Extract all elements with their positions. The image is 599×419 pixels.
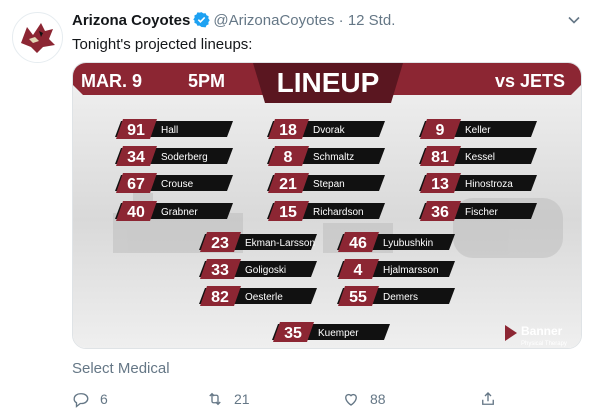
- player-row: 34 Soderberg: [115, 146, 233, 166]
- player-number: 81: [431, 149, 449, 166]
- player-number: 23: [211, 235, 229, 252]
- sponsor-text[interactable]: Select Medical: [72, 360, 170, 377]
- retweet-count: 21: [234, 391, 250, 407]
- player-row: 46 Lyubushkin: [337, 232, 455, 252]
- reply-count: 6: [100, 391, 108, 407]
- goalie-row: 35 Kuemper: [272, 322, 390, 342]
- game-time: 5PM: [188, 71, 225, 91]
- sponsor-brand: Banner: [521, 324, 563, 338]
- player-name: Demers: [383, 292, 418, 303]
- player-number: 82: [211, 289, 229, 306]
- card-title: LINEUP: [277, 67, 380, 98]
- player-row: 91 Hall: [115, 119, 233, 139]
- player-number: 46: [349, 235, 367, 252]
- player-row: 82 Oesterle: [199, 286, 317, 306]
- player-name: Soderberg: [161, 152, 208, 163]
- tweet-actions: 6 21 88: [72, 388, 512, 410]
- player-number: 55: [349, 289, 367, 306]
- player-row: 55 Demers: [337, 286, 455, 306]
- coyotes-logo-icon: [21, 23, 55, 53]
- player-row: 8 Schmaltz: [267, 146, 385, 166]
- share-button[interactable]: [479, 388, 507, 410]
- game-date: MAR. 9: [81, 71, 142, 91]
- reply-icon: [73, 393, 89, 408]
- player-row: 21 Stepan: [267, 173, 385, 193]
- chevron-down-icon[interactable]: [567, 13, 581, 27]
- reply-button[interactable]: 6: [72, 388, 108, 410]
- avatar[interactable]: [12, 12, 63, 63]
- player-number: 8: [284, 149, 293, 166]
- player-name: Stepan: [313, 179, 345, 190]
- like-button[interactable]: 88: [342, 388, 386, 410]
- player-name: Kessel: [465, 152, 495, 163]
- opponent: vs JETS: [495, 71, 565, 91]
- player-name: Dvorak: [313, 125, 346, 136]
- player-name: Schmaltz: [313, 152, 354, 163]
- player-name: Oesterle: [245, 292, 283, 303]
- player-number: 18: [279, 122, 297, 139]
- player-number: 36: [431, 204, 449, 221]
- tweet-header: Arizona Coyotes @ArizonaCoyotes · 12 Std…: [72, 11, 579, 31]
- heart-icon: [345, 393, 357, 406]
- player-name: Grabner: [161, 207, 198, 218]
- share-icon: [482, 392, 494, 405]
- sponsor-sub: Physical Therapy: [521, 341, 567, 347]
- separator-dot: ·: [338, 12, 344, 29]
- player-name: Keller: [465, 125, 491, 136]
- player-row: 13 Hinostroza: [419, 173, 537, 193]
- retweet-button[interactable]: 21: [206, 388, 250, 410]
- player-number: 35: [284, 325, 302, 342]
- player-number: 13: [431, 176, 449, 193]
- player-name: Hinostroza: [465, 179, 513, 190]
- timestamp[interactable]: 12 Std.: [348, 12, 396, 29]
- player-name: Hjalmarsson: [383, 265, 439, 276]
- player-row: 15 Richardson: [267, 201, 385, 221]
- player-number: 4: [354, 262, 363, 279]
- player-name: Kuemper: [318, 328, 359, 339]
- player-number: 91: [127, 122, 145, 139]
- author-handle[interactable]: @ArizonaCoyotes: [213, 12, 334, 29]
- player-row: 33 Goligoski: [199, 259, 317, 279]
- player-row: 23 Ekman-Larsson: [199, 232, 317, 252]
- player-row: 9 Keller: [419, 119, 537, 139]
- player-number: 34: [127, 149, 145, 166]
- player-number: 9: [436, 122, 445, 139]
- verified-badge-icon: [193, 11, 211, 34]
- player-name: Crouse: [161, 179, 194, 190]
- lineup-image[interactable]: MAR. 9 5PM LINEUP vs JETS 91 Hall 34 Soderb…: [72, 62, 582, 349]
- tweet-text: Tonight's projected lineups:: [72, 36, 253, 53]
- player-row: 4 Hjalmarsson: [337, 259, 455, 279]
- player-row: 40 Grabner: [115, 201, 233, 221]
- player-name: Hall: [161, 125, 178, 136]
- player-name: Fischer: [465, 207, 498, 218]
- author-name[interactable]: Arizona Coyotes: [72, 12, 190, 29]
- player-number: 67: [127, 176, 145, 193]
- player-row: 36 Fischer: [419, 201, 537, 221]
- player-name: Goligoski: [245, 265, 286, 276]
- player-row: 67 Crouse: [115, 173, 233, 193]
- player-name: Lyubushkin: [383, 238, 433, 249]
- player-number: 21: [279, 176, 297, 193]
- player-name: Richardson: [313, 207, 364, 218]
- player-number: 15: [279, 204, 297, 221]
- player-row: 81 Kessel: [419, 146, 537, 166]
- player-number: 40: [127, 204, 145, 221]
- like-count: 88: [370, 391, 386, 407]
- retweet-icon: [209, 392, 221, 406]
- player-number: 33: [211, 262, 229, 279]
- player-name: Ekman-Larsson: [245, 238, 315, 249]
- player-row: 18 Dvorak: [267, 119, 385, 139]
